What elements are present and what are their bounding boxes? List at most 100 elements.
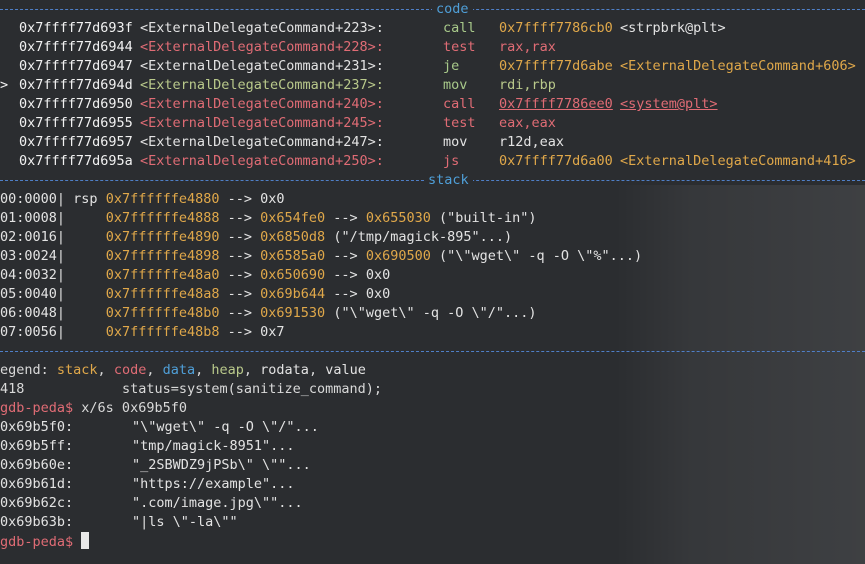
legend-rodata: rodata [260, 362, 309, 378]
memory-string: "|ls \"-la\"" [132, 514, 238, 530]
stack-separator: stack [0, 171, 865, 190]
branch-target-symbol: <system@plt> [620, 96, 718, 112]
stack-offset: 01:0008| [0, 210, 66, 226]
memory-line: 0x69b5f0: "\"wget\" -q -O \"/"... [0, 418, 865, 437]
stack-entry: 07:0056| 0x7ffffffe48b8 --> 0x7 [0, 323, 285, 342]
instruction-mnemonic: mov [443, 77, 468, 93]
deref-value: 0x69b644 [260, 286, 326, 302]
deref-arrow: --> [325, 267, 366, 283]
bottom-separator [0, 342, 865, 361]
branch-target-symbol: <ExternalDelegateCommand+606> [620, 58, 856, 74]
instruction-address: 0x7ffff77d693f [19, 20, 133, 36]
deref-arrow: --> [219, 191, 261, 207]
input-line[interactable]: gdb-peda$ [0, 532, 90, 551]
deref-arrow: --> [325, 248, 366, 264]
instruction-mnemonic: test [443, 39, 476, 55]
instruction-address: 0x7ffff77d6957 [19, 134, 133, 150]
stack-address: 0x7ffffffe4888 [105, 210, 220, 226]
legend-prefix: egend: [0, 362, 57, 378]
instruction-mnemonic: test [443, 115, 476, 131]
stack-offset: 02:0016| [0, 229, 66, 245]
deref-arrow: --> [219, 210, 261, 226]
memory-line: 0x69b60e: "_2SBWDZ9jPSb\" \""... [0, 456, 865, 475]
stack-offset: 00:0000| [0, 191, 66, 207]
instruction-operand: rax,rax [499, 39, 556, 55]
code-line: 0x7ffff77d6955 <ExternalDelegateCommand+2… [0, 114, 865, 133]
deref-arrow: --> [325, 210, 366, 226]
code-line: 0x7ffff77d695a <ExternalDelegateCommand+2… [0, 152, 865, 171]
gdb-prompt: gdb-peda$ [0, 400, 74, 416]
deref-string: ("/tmp/magick-895"...) [333, 229, 513, 245]
instruction-address: 0x7ffff77d6950 [19, 96, 133, 112]
instruction-mnemonic: je [443, 58, 460, 74]
deref-value: 0x691530 [260, 305, 326, 321]
legend-code: code [113, 362, 147, 378]
command-line[interactable]: gdb-peda$ x/6s 0x69b5f0 [0, 399, 187, 418]
code-line: 0x7ffff77d693f <ExternalDelegateCommand+2… [0, 19, 865, 38]
stack-address: 0x7ffffffe48a8 [105, 286, 220, 302]
instruction-address: 0x7ffff77d6944 [19, 39, 133, 55]
instruction-mnemonic: js [443, 153, 460, 169]
deref-arrow: --> [325, 286, 366, 302]
memory-line: 0x69b61d: "https://example"... [0, 475, 865, 494]
stack-entry: 01:0008| 0x7ffffffe4888 --> 0x654fe0 -->… [0, 209, 537, 228]
source-line-text: status=system(sanitize_command); [121, 381, 383, 397]
legend-stack: stack [56, 362, 98, 378]
deref-arrow: --> [219, 248, 261, 264]
current-instruction-marker: > [0, 77, 9, 93]
instruction-mnemonic: mov [443, 134, 468, 150]
instruction-operand: 0x7ffff77d6abe [499, 58, 613, 74]
stack-register: rsp [73, 191, 98, 207]
instruction-symbol: <ExternalDelegateCommand+245>: [140, 115, 384, 131]
instruction-operand: rdi,rbp [499, 77, 556, 93]
memory-string: "https://example"... [132, 476, 295, 492]
instruction-symbol: <ExternalDelegateCommand+237>: [140, 77, 384, 93]
deref-value: 0x690500 [365, 248, 431, 264]
memory-address: 0x69b61d: [0, 476, 74, 492]
stack-address: 0x7ffffffe4890 [105, 229, 220, 245]
code-line: 0x7ffff77d6947 <ExternalDelegateCommand+2… [0, 57, 865, 76]
deref-arrow: --> [219, 267, 261, 283]
deref-string: ("\"wget\" -q -O \"/"...) [333, 305, 537, 321]
stack-register [73, 229, 97, 245]
code-line: 0x7ffff77d6944 <ExternalDelegateCommand+2… [0, 38, 865, 57]
code-line: >0x7ffff77d694d <ExternalDelegateCommand+… [0, 76, 865, 95]
stack-register [73, 286, 97, 302]
legend-data: data [162, 362, 196, 378]
instruction-mnemonic: call [443, 96, 476, 112]
instruction-symbol: <ExternalDelegateCommand+250>: [140, 153, 384, 169]
memory-address: 0x69b60e: [0, 457, 74, 473]
deref-arrow: --> [219, 324, 261, 340]
stack-address: 0x7ffffffe4898 [105, 248, 220, 264]
memory-string: "_2SBWDZ9jPSb\" \""... [132, 457, 311, 473]
stack-entry: 00:0000| rsp 0x7ffffffe4880 --> 0x0 [0, 190, 285, 209]
branch-target-symbol: <strpbrk@plt> [620, 20, 726, 36]
memory-string: "tmp/magick-8951"... [132, 438, 295, 454]
memory-address: 0x69b5ff: [0, 438, 74, 454]
stack-address: 0x7ffffffe48b8 [105, 324, 220, 340]
instruction-address: 0x7ffff77d695a [19, 153, 133, 169]
stack-register [73, 210, 97, 226]
instruction-symbol: <ExternalDelegateCommand+223>: [140, 20, 384, 36]
command-text[interactable]: x/6s 0x69b5f0 [81, 400, 187, 416]
deref-value: 0x7 [260, 324, 285, 340]
instruction-symbol: <ExternalDelegateCommand+228>: [140, 39, 384, 55]
code-separator: code [0, 0, 865, 19]
instruction-address: 0x7ffff77d6955 [19, 115, 133, 131]
stack-offset: 06:0048| [0, 305, 66, 321]
deref-string: ("built-in") [438, 210, 537, 226]
stack-entry: 03:0024| 0x7ffffffe4898 --> 0x6585a0 -->… [0, 247, 642, 266]
code-line: 0x7ffff77d6950 <ExternalDelegateCommand+2… [0, 95, 865, 114]
stack-register [73, 248, 97, 264]
stack-entry: 05:0040| 0x7ffffffe48a8 --> 0x69b644 -->… [0, 285, 390, 304]
instruction-operand: r12d,eax [499, 134, 565, 150]
memory-line: 0x69b5ff: "tmp/magick-8951"... [0, 437, 865, 456]
deref-value: 0x0 [260, 191, 285, 207]
stack-register [73, 305, 97, 321]
instruction-address: 0x7ffff77d6947 [19, 58, 133, 74]
terminal-window[interactable]: code 0x7ffff77d693f <ExternalDelegateComm… [0, 0, 865, 564]
text-cursor[interactable] [81, 532, 90, 549]
legend-heap: heap [211, 362, 244, 378]
memory-string: "\"wget\" -q -O \"/"... [132, 419, 319, 435]
stack-entry: 02:0016| 0x7ffffffe4890 --> 0x6850d8 ("/… [0, 228, 512, 247]
